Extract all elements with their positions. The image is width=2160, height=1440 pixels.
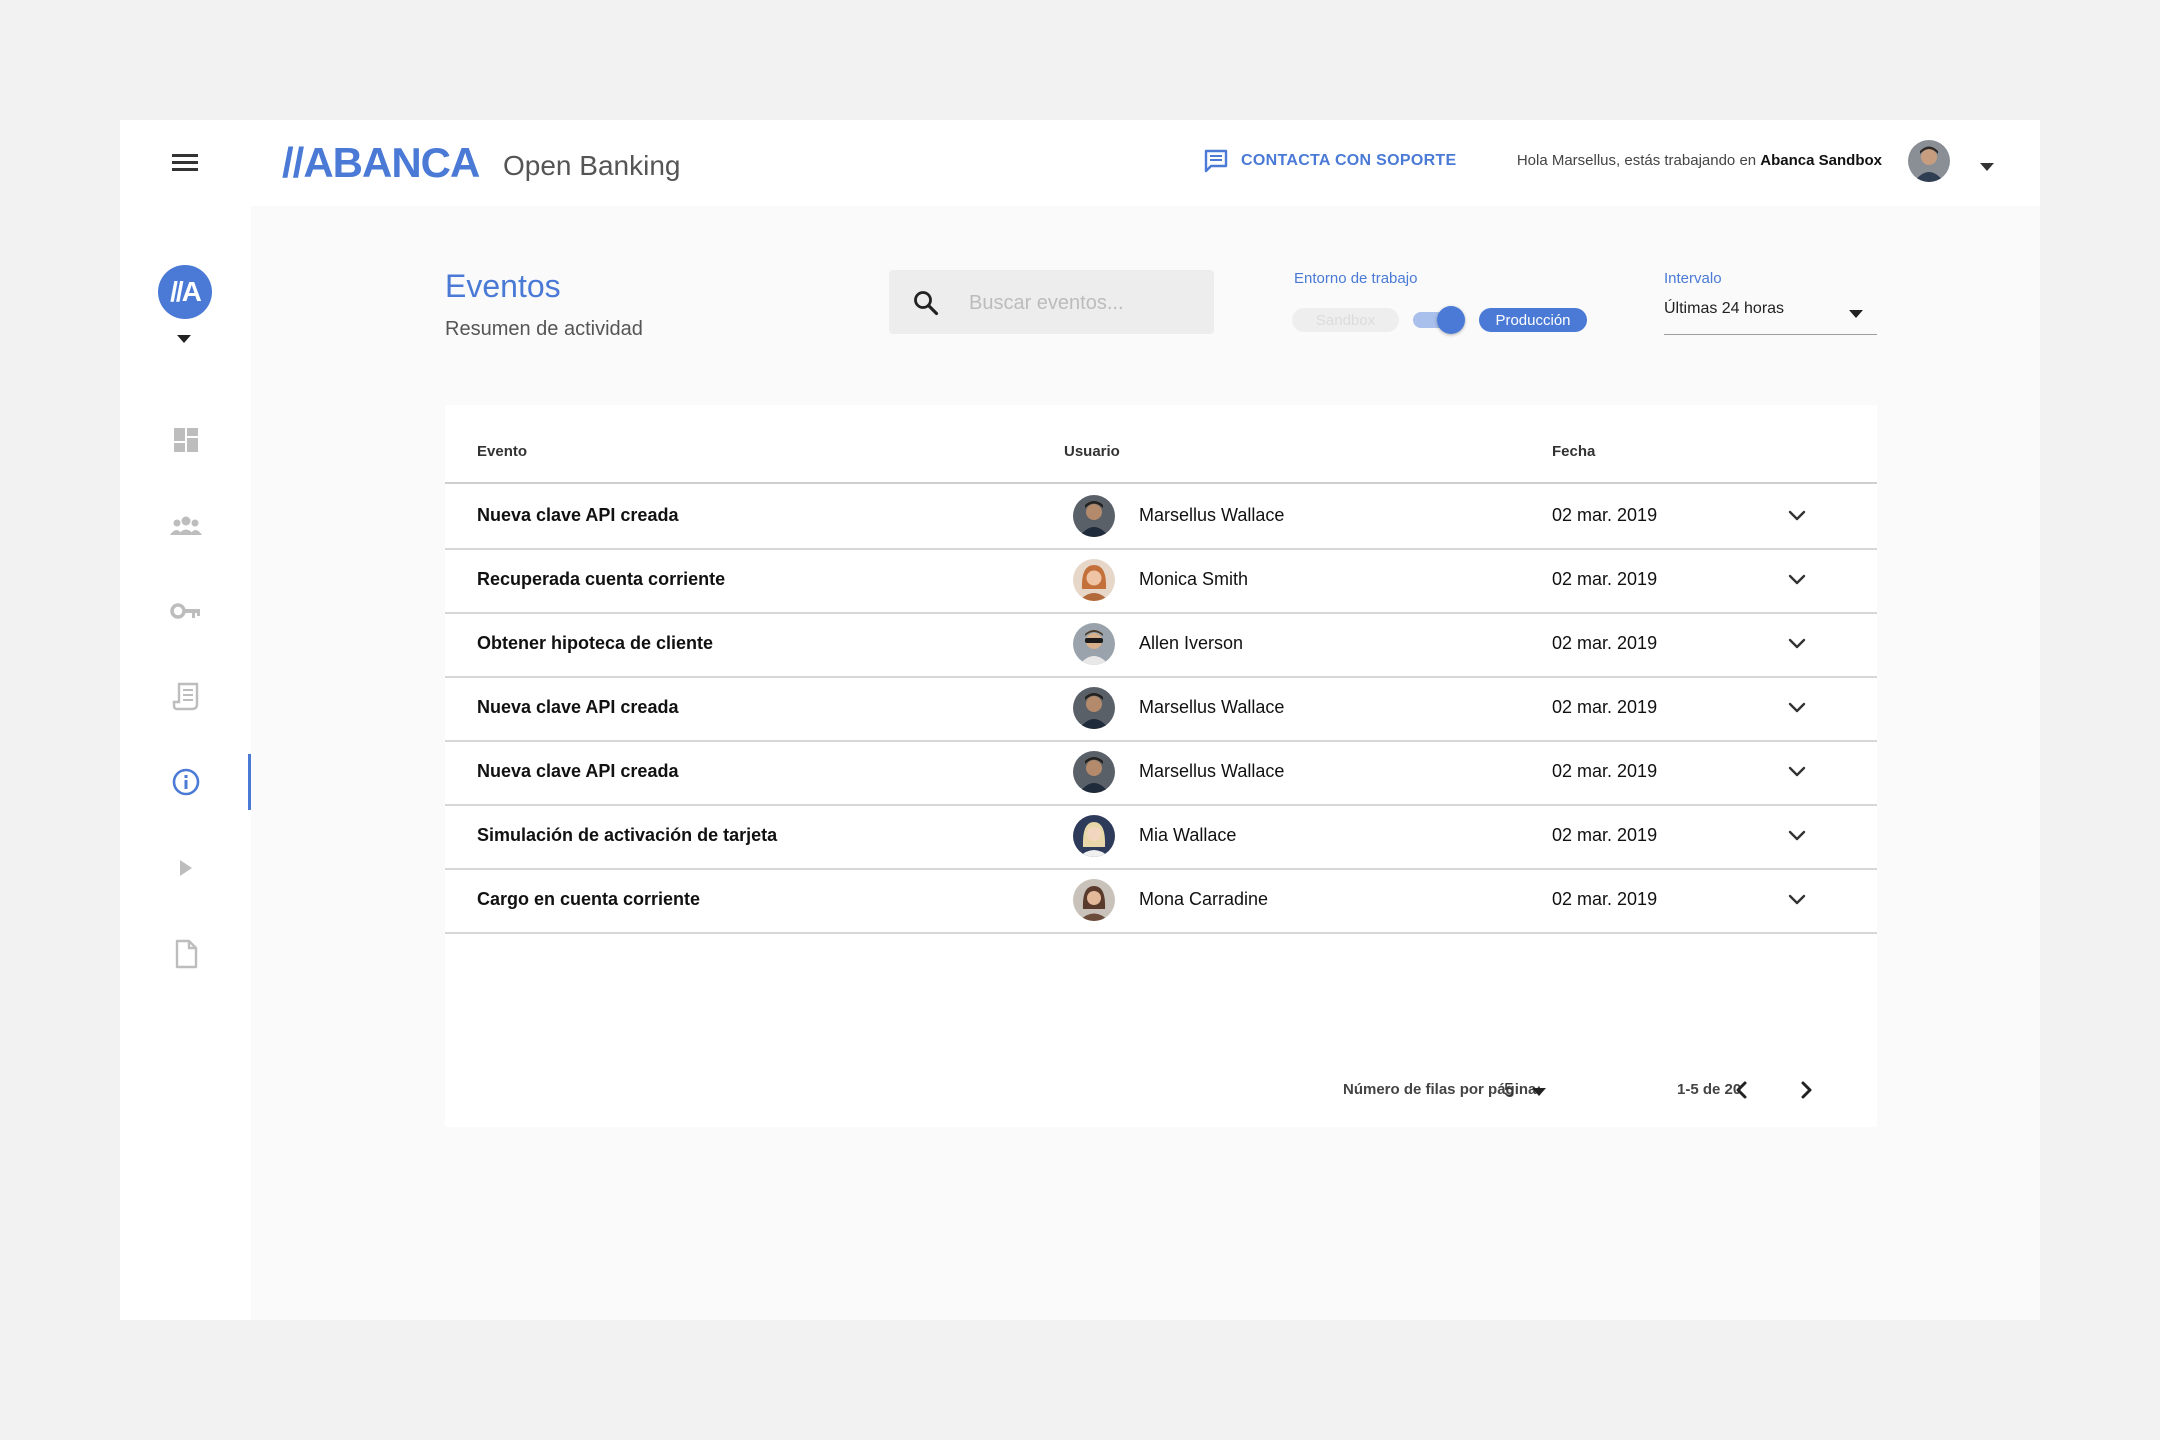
event-date: 02 mar. 2019 [1552, 825, 1658, 845]
chevron-down-icon[interactable] [1784, 887, 1810, 913]
chevron-down-icon[interactable] [1784, 823, 1810, 849]
interval-label: Intervalo [1664, 270, 1722, 287]
table-row[interactable]: Recuperada cuenta corriente Monica Smith… [445, 548, 1877, 614]
chevron-down-icon[interactable] [1784, 503, 1810, 529]
avatar [1073, 687, 1115, 729]
avatar [1073, 879, 1115, 921]
chevron-down-icon[interactable] [1784, 567, 1810, 593]
table-row[interactable]: Simulación de activación de tarjeta Mia … [445, 804, 1877, 870]
table-row[interactable]: Nueva clave API creada Marsellus Wallace… [445, 740, 1877, 806]
search-icon [914, 291, 939, 316]
rows-per-page-value: 5 [1504, 1080, 1515, 1100]
event-name: Nueva clave API creada [477, 697, 679, 717]
workspace-name: Abanca Sandbox [1760, 152, 1882, 169]
users-icon [169, 516, 202, 535]
dashboard-icon [173, 428, 198, 452]
environment-label: Entorno de trabajo [1294, 270, 1418, 287]
interval-select[interactable]: Últimas 24 horas [1664, 292, 1877, 335]
avatar [1073, 623, 1115, 665]
hamburger-menu-icon[interactable] [172, 151, 198, 173]
event-date: 02 mar. 2019 [1552, 505, 1658, 525]
user-name: Marsellus Wallace [1139, 697, 1285, 717]
search-input[interactable] [967, 270, 1201, 336]
user-name: Marsellus Wallace [1139, 761, 1285, 781]
event-name: Simulación de activación de tarjeta [477, 825, 778, 845]
product-name: Open Banking [503, 150, 681, 181]
play-icon [179, 860, 192, 876]
event-name: Nueva clave API creada [477, 505, 679, 525]
rows-per-page-select[interactable]: 5 [1504, 1074, 1556, 1104]
search-box [889, 270, 1214, 336]
chevron-left-icon[interactable] [1724, 1072, 1760, 1108]
avatar [1073, 815, 1115, 857]
events-table: Evento Usuario Fecha Nueva clave API cre… [445, 405, 1877, 1127]
workspace-switch-caret-icon[interactable] [177, 330, 191, 348]
sidebar-item-simulations[interactable] [120, 840, 251, 896]
contact-support-label: CONTACTA CON SOPORTE [1241, 152, 1457, 169]
abanca-logo[interactable]: //ABANCA [282, 136, 480, 191]
table-row[interactable]: Nueva clave API creada Marsellus Wallace… [445, 484, 1877, 550]
workspace-avatar[interactable]: //A [158, 265, 212, 319]
info-icon [172, 768, 199, 796]
avatar [1073, 495, 1115, 537]
chat-icon [1204, 149, 1228, 173]
event-date: 02 mar. 2019 [1552, 697, 1658, 717]
event-date: 02 mar. 2019 [1552, 761, 1658, 781]
sidebar-item-documents[interactable] [120, 926, 251, 982]
account-menu-caret-icon[interactable] [1980, 158, 1994, 176]
sidebar: //A [120, 206, 251, 1320]
user-name: Mona Carradine [1139, 889, 1269, 909]
user-name: Monica Smith [1139, 569, 1249, 589]
chevron-down-icon[interactable] [1784, 695, 1810, 721]
event-date: 02 mar. 2019 [1552, 889, 1658, 909]
app-window: //ABANCA Open Banking CONTACTA CON SOPOR… [120, 120, 2040, 1320]
avatar [1073, 751, 1115, 793]
chevron-right-icon[interactable] [1788, 1072, 1824, 1108]
key-icon [169, 603, 200, 619]
environment-option-production[interactable]: Producción [1479, 308, 1587, 332]
environment-option-sandbox[interactable]: Sandbox [1292, 308, 1399, 332]
top-bar: //ABANCA Open Banking CONTACTA CON SOPOR… [120, 120, 2040, 206]
table-row[interactable]: Nueva clave API creada Marsellus Wallace… [445, 676, 1877, 742]
event-name: Cargo en cuenta corriente [477, 889, 701, 909]
sidebar-item-users[interactable] [120, 498, 251, 554]
sidebar-item-dashboard[interactable] [120, 412, 251, 468]
document-icon [175, 939, 197, 969]
table-row[interactable]: Cargo en cuenta corriente Mona Carradine… [445, 868, 1877, 934]
toggle-knob [1437, 306, 1465, 334]
event-date: 02 mar. 2019 [1552, 569, 1658, 589]
sidebar-item-keys[interactable] [120, 583, 251, 639]
receipt-icon [172, 682, 198, 711]
page-subtitle: Resumen de actividad [445, 318, 643, 340]
sidebar-item-receipts[interactable] [120, 669, 251, 725]
event-date: 02 mar. 2019 [1552, 633, 1658, 653]
avatar [1073, 559, 1115, 601]
chevron-down-icon [1849, 310, 1863, 318]
column-header-event[interactable]: Evento [477, 443, 527, 460]
user-name: Allen Iverson [1139, 633, 1244, 653]
column-header-date[interactable]: Fecha [1552, 443, 1595, 460]
interval-value: Últimas 24 horas [1664, 300, 1785, 317]
event-name: Nueva clave API creada [477, 761, 679, 781]
table-row[interactable]: Obtener hipoteca de cliente Allen Iverso… [445, 612, 1877, 678]
chevron-down-icon[interactable] [1784, 759, 1810, 785]
caret-down-icon [1532, 1088, 1546, 1096]
user-name: Marsellus Wallace [1139, 505, 1285, 525]
page-title: Eventos [445, 268, 561, 304]
column-header-user[interactable]: Usuario [1064, 443, 1120, 460]
contact-support-button[interactable]: CONTACTA CON SOPORTE [1203, 149, 1456, 173]
user-name: Mia Wallace [1139, 825, 1237, 845]
greeting-text: Hola Marsellus, estás trabajando en Aban… [1517, 152, 1882, 169]
greeting-prefix: Hola Marsellus, estás trabajando en [1516, 152, 1757, 169]
event-name: Obtener hipoteca de cliente [477, 633, 714, 653]
chevron-down-icon[interactable] [1784, 631, 1810, 657]
user-avatar[interactable] [1908, 140, 1950, 182]
event-name: Recuperada cuenta corriente [477, 569, 726, 589]
sidebar-item-events[interactable] [120, 754, 251, 810]
environment-toggle[interactable] [1413, 306, 1465, 334]
